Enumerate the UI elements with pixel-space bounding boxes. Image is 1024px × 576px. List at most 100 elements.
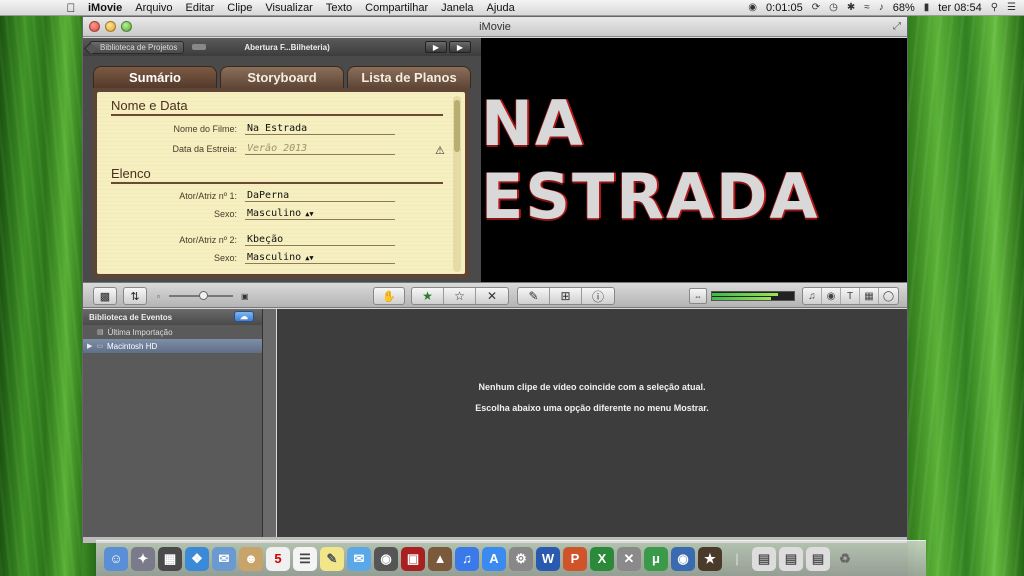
documents-stack-icon[interactable]: ▤	[752, 546, 776, 571]
actor2-field[interactable]: Kbeção	[245, 234, 395, 246]
powerpoint-icon[interactable]: P	[563, 546, 587, 571]
upper-area: Biblioteca de Projetos Abertura F...Bilh…	[83, 38, 907, 282]
notification-center-icon[interactable]: ☰	[1007, 2, 1016, 13]
unmark-star-icon[interactable]: ☆	[444, 288, 476, 304]
sex1-value: Masculino	[247, 208, 302, 219]
menu-ajuda[interactable]: Ajuda	[487, 2, 515, 14]
calendar-icon[interactable]: 5	[266, 546, 290, 571]
music-icon[interactable]: ♫	[803, 288, 822, 304]
photo-icon[interactable]: ◉	[822, 288, 841, 304]
viewer-pane[interactable]: NA ESTRADA	[481, 38, 907, 282]
movie-name-field[interactable]: Na Estrada	[245, 123, 395, 135]
excel-icon[interactable]: X	[590, 546, 614, 571]
fullscreen-icon[interactable]: ⤢	[893, 21, 901, 32]
battery-icon[interactable]: ▮	[924, 2, 930, 13]
sex2-select[interactable]: Masculino ▲▼	[245, 252, 395, 264]
menu-visualizar[interactable]: Visualizar	[265, 2, 313, 14]
menu-janela[interactable]: Janela	[441, 2, 473, 14]
downloads-stack-icon[interactable]: ▤	[779, 546, 803, 571]
utility-icon[interactable]: ✕	[617, 546, 641, 571]
reject-icon[interactable]: ✕	[476, 288, 508, 304]
event-item-last-import[interactable]: ▤ Última Importação	[83, 325, 262, 339]
photo-booth-icon[interactable]: ▣	[401, 546, 425, 571]
contacts-icon[interactable]: ☻	[239, 546, 263, 571]
outline-scrollbar[interactable]	[453, 96, 461, 272]
swap-events-projects-button[interactable]: ⇅	[123, 287, 147, 305]
iphoto-icon[interactable]: ▲	[428, 546, 452, 571]
time-machine-icon[interactable]: ◷	[829, 2, 838, 13]
word-icon[interactable]: W	[536, 546, 560, 571]
reminders-icon[interactable]: ☰	[293, 546, 317, 571]
finder-icon[interactable]: ☺	[104, 546, 128, 571]
apple-menu-icon[interactable]: 	[64, 1, 78, 15]
keyword-pen-icon[interactable]: ✎	[518, 288, 550, 304]
map-icon[interactable]: ◯	[879, 288, 898, 304]
zoom-button[interactable]	[121, 21, 132, 32]
actor1-field[interactable]: DaPerna	[245, 190, 395, 202]
event-library: Biblioteca de Eventos ☁ ▤ Última Importa…	[83, 309, 276, 537]
warning-icon[interactable]: ⚠	[435, 144, 445, 157]
disclosure-triangle-icon[interactable]: ▶	[87, 342, 92, 350]
event-item-macintosh-hd[interactable]: ▶ ▭ Macintosh HD	[83, 339, 262, 353]
messages-icon[interactable]: ✉	[347, 546, 371, 571]
thumbnail-size-slider[interactable]	[169, 291, 233, 300]
release-date-field[interactable]: Verão 2013	[245, 143, 395, 155]
network-icon[interactable]: ◉	[671, 546, 695, 571]
bluetooth-icon[interactable]: ✱	[847, 2, 855, 13]
menu-editar[interactable]: Editar	[186, 2, 215, 14]
imovie-icon[interactable]: ★	[698, 546, 722, 571]
itunes-icon[interactable]: ♫	[455, 546, 479, 571]
system-preferences-icon[interactable]: ⚙	[509, 546, 533, 571]
clock[interactable]: ter 08:54	[938, 2, 981, 14]
play-icon[interactable]: ▶	[449, 41, 471, 53]
event-browser[interactable]: Nenhum clipe de vídeo coincide com a sel…	[277, 309, 907, 537]
tab-lista-de-planos[interactable]: Lista de Planos	[347, 66, 471, 88]
menu-texto[interactable]: Texto	[326, 2, 352, 14]
window-titlebar[interactable]: iMovie ⤢	[83, 17, 907, 37]
battery-percent[interactable]: 68%	[893, 2, 915, 14]
trash-icon[interactable]: ♻	[833, 547, 857, 571]
utorrent-icon[interactable]: μ	[644, 546, 668, 571]
tab-storyboard[interactable]: Storyboard	[220, 66, 344, 88]
menu-clipe[interactable]: Clipe	[227, 2, 252, 14]
close-button[interactable]	[89, 21, 100, 32]
menu-app-name[interactable]: iMovie	[88, 2, 122, 14]
menu-compartilhar[interactable]: Compartilhar	[365, 2, 428, 14]
transition-icon[interactable]: ▦	[860, 288, 879, 304]
mail-icon[interactable]: ✉	[212, 546, 236, 571]
favorite-star-icon[interactable]: ★	[412, 288, 444, 304]
slider-knob[interactable]	[199, 291, 208, 300]
app-store-icon[interactable]: A	[482, 546, 506, 571]
project-library-button[interactable]: Biblioteca de Projetos	[89, 40, 185, 54]
menu-arquivo[interactable]: Arquivo	[135, 2, 172, 14]
sex1-select[interactable]: Masculino ▲▼	[245, 208, 395, 220]
launchpad-icon[interactable]: ✦	[131, 546, 155, 571]
cloud-icon[interactable]: ☁	[234, 311, 254, 322]
title-icon[interactable]: T	[841, 288, 860, 304]
crop-icon[interactable]: ⊞	[550, 288, 582, 304]
wifi-icon[interactable]: ≈	[864, 2, 870, 13]
outline-paper: Nome e Data Nome do Filme: Na Estrada Da…	[97, 92, 465, 274]
notes-icon[interactable]: ✎	[320, 546, 344, 571]
play-fullscreen-icon[interactable]: ▶	[425, 41, 447, 53]
volume-icon[interactable]: ♪	[879, 2, 884, 13]
stepper-icon: ▲▼	[305, 210, 314, 218]
event-library-scrollbar[interactable]	[262, 309, 276, 537]
tab-sumario[interactable]: Sumário	[93, 66, 217, 88]
minimize-button[interactable]	[105, 21, 116, 32]
project-size-slider[interactable]	[192, 44, 207, 50]
audio-button[interactable]: ⇔	[689, 288, 707, 304]
facetime-icon[interactable]: ◉	[374, 546, 398, 571]
recording-timer[interactable]: 0:01:05	[766, 2, 803, 14]
hand-tool-button[interactable]: ✋	[373, 287, 405, 305]
sync-icon[interactable]: ⟳	[812, 2, 820, 13]
folder-stack-icon[interactable]: ▤	[806, 546, 830, 571]
safari-icon[interactable]: ❖	[185, 546, 209, 571]
mission-control-icon[interactable]: ▦	[158, 546, 182, 571]
info-icon[interactable]: ⓘ	[582, 288, 614, 304]
spotlight-icon[interactable]: ⚲	[991, 2, 998, 13]
camera-import-button[interactable]: ▩	[93, 287, 117, 305]
sex2-label: Sexo:	[213, 253, 237, 263]
scrollbar-thumb[interactable]	[454, 100, 460, 152]
record-icon[interactable]: ◉	[748, 2, 757, 13]
